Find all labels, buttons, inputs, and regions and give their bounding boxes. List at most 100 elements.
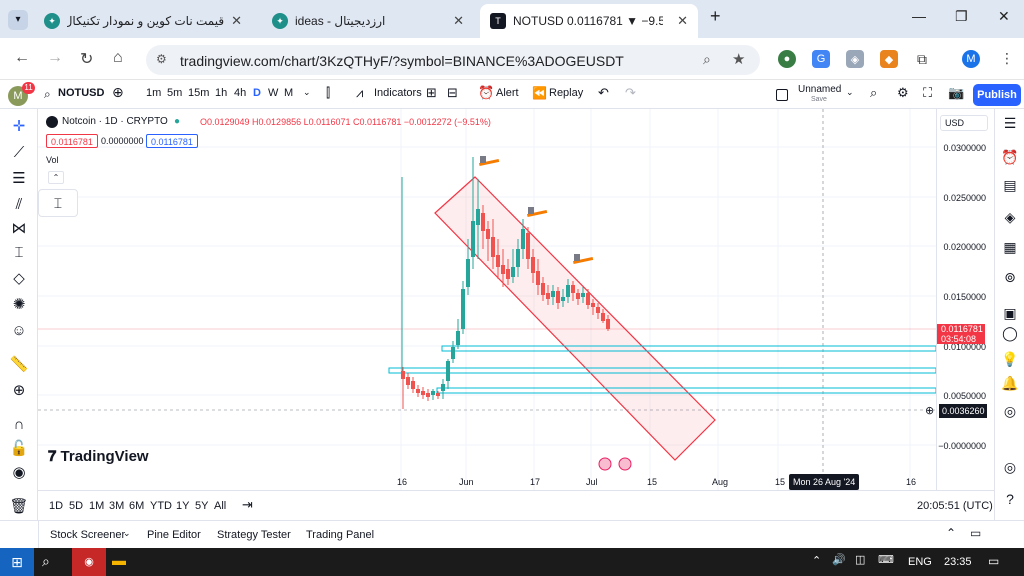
site-info-icon[interactable]: ⚙	[156, 52, 167, 66]
channel-tool-icon[interactable]: ⫽	[9, 195, 29, 215]
layouts-grid-icon[interactable]: ⊟	[447, 85, 458, 101]
tab-trading-panel[interactable]: Trading Panel	[306, 529, 374, 541]
candle[interactable]	[521, 229, 525, 249]
search-icon[interactable]: ⌕	[44, 87, 51, 102]
candle[interactable]	[406, 377, 410, 385]
ideas-lightbulb-icon[interactable]: ▦	[1000, 237, 1020, 257]
layers-icon[interactable]: ◈	[1000, 207, 1020, 227]
tab-pine-editor[interactable]: Pine Editor	[147, 529, 201, 541]
candle[interactable]	[556, 291, 560, 303]
utc-clock[interactable]: 20:05:51 (UTC)	[917, 500, 993, 512]
tab-stock-screener[interactable]: Stock Screener	[50, 529, 125, 541]
lightbulb-icon[interactable]: 💡	[1000, 349, 1020, 369]
candle[interactable]	[411, 381, 415, 389]
range-1y[interactable]: 1Y	[176, 500, 189, 512]
range-ytd[interactable]: YTD	[150, 500, 172, 512]
candle[interactable]	[421, 391, 425, 395]
forward-icon[interactable]: →	[47, 49, 63, 67]
save-dropdown-icon[interactable]: ⌄	[846, 87, 854, 98]
interval-1h[interactable]: 1h	[215, 87, 227, 99]
volume-label[interactable]: Vol	[46, 155, 59, 165]
tab-strategy-tester[interactable]: Strategy Tester	[217, 529, 291, 541]
projection-tool-icon[interactable]: ⌶	[9, 243, 29, 263]
icons-tool-icon[interactable]: ✺	[9, 295, 29, 315]
range-1d[interactable]: 1D	[49, 500, 63, 512]
price-chart[interactable]	[38, 109, 936, 490]
candle[interactable]	[531, 257, 535, 273]
legend-title[interactable]: Notcoin · 1D · CRYPTO	[62, 116, 168, 127]
new-tab-icon[interactable]: +	[710, 6, 721, 27]
indicators-icon[interactable]: ⩘	[356, 85, 363, 101]
volume-icon[interactable]: 🔊	[832, 553, 846, 566]
translate-extension-icon[interactable]: G	[812, 50, 830, 68]
watchlist-icon[interactable]: ☰	[1000, 113, 1020, 133]
ask-price[interactable]: 0.0116781	[146, 134, 198, 148]
candle[interactable]	[571, 285, 575, 293]
floating-text-tool-icon[interactable]: ⌶	[38, 189, 78, 217]
extension-globe-icon[interactable]: ●	[778, 50, 796, 68]
settings-gear-icon[interactable]: ⚙	[897, 85, 909, 101]
expand-panel-icon[interactable]: ⌃	[946, 526, 956, 540]
snapshot-camera-icon[interactable]: 📷	[948, 85, 964, 101]
windows-start-icon[interactable]: ⊞	[0, 548, 34, 576]
candle[interactable]	[511, 267, 515, 277]
candle[interactable]	[561, 297, 565, 301]
layout-name[interactable]: Unnamed	[798, 84, 841, 95]
quick-search-icon[interactable]: ⌕	[870, 85, 877, 101]
range-3m[interactable]: 3M	[109, 500, 124, 512]
indicators-button[interactable]: Indicators	[374, 87, 422, 99]
range-5d[interactable]: 5D	[69, 500, 83, 512]
pattern-tool-icon[interactable]: ⋈	[9, 219, 29, 239]
interval-4h[interactable]: 4h	[234, 87, 246, 99]
candle[interactable]	[506, 269, 510, 279]
compare-symbol-icon[interactable]: ⊕	[112, 84, 124, 101]
interval-5m[interactable]: 5m	[167, 87, 182, 99]
interval-w[interactable]: W	[268, 87, 278, 99]
shield-extension-icon[interactable]: ◈	[846, 50, 864, 68]
brush-tool-icon[interactable]: ◇	[9, 269, 29, 289]
network-icon[interactable]: ◫	[855, 553, 865, 566]
crosshair-icon[interactable]: ✛	[9, 117, 29, 137]
candle[interactable]	[466, 259, 470, 287]
home-icon[interactable]: ⌂	[113, 49, 123, 67]
candle[interactable]	[596, 307, 600, 313]
notifications-icon[interactable]: ▭	[988, 554, 999, 568]
candle[interactable]	[536, 271, 540, 285]
chat-icon[interactable]: ◯	[1000, 323, 1020, 343]
candle[interactable]	[451, 347, 455, 359]
browser-tab-2[interactable]: ✦ ideas - ارزدیجیتال ✕	[262, 4, 474, 38]
interval-d-active[interactable]: D	[253, 87, 261, 99]
url-text[interactable]: tradingview.com/chart/3KzQTHyF/?symbol=B…	[180, 53, 624, 69]
zoom-icon[interactable]: ⌕	[703, 51, 711, 68]
candle[interactable]	[426, 393, 430, 397]
file-explorer-icon[interactable]: ▬	[112, 552, 126, 568]
broadcast-icon[interactable]: ◎	[1000, 401, 1020, 421]
candle[interactable]	[516, 249, 520, 267]
chrome-taskbar-icon[interactable]: ◉	[72, 548, 106, 576]
minimize-icon[interactable]: —	[912, 8, 926, 24]
interval-15m[interactable]: 15m	[188, 87, 209, 99]
alerts-clock-icon[interactable]: ⏰	[1000, 147, 1020, 167]
profile-avatar[interactable]: M	[962, 50, 980, 68]
candle[interactable]	[501, 265, 505, 274]
close-window-icon[interactable]: ✕	[998, 8, 1010, 25]
alert-button[interactable]: Alert	[496, 87, 519, 99]
candle-type-icon[interactable]: ⫿	[326, 85, 330, 101]
range-1m[interactable]: 1M	[89, 500, 104, 512]
tab-search-icon[interactable]: ▾	[8, 10, 28, 30]
metamask-fox-icon[interactable]: ◆	[880, 50, 898, 68]
eye-icon[interactable]: ◉	[9, 463, 29, 483]
interval-1m[interactable]: 1m	[146, 87, 161, 99]
browser-menu-icon[interactable]: ⋮	[1000, 50, 1014, 67]
event-flag-icons[interactable]	[598, 457, 632, 471]
interval-dropdown-icon[interactable]: ⌄	[303, 87, 311, 98]
trend-line-icon[interactable]: ⟋	[9, 143, 29, 163]
candle[interactable]	[431, 391, 435, 395]
candle[interactable]	[606, 319, 610, 329]
candle[interactable]	[456, 331, 460, 345]
support-zone-1[interactable]	[441, 345, 936, 352]
candle[interactable]	[476, 209, 480, 225]
notifications-bell-icon[interactable]: 🔔	[1000, 373, 1020, 393]
currency-selector[interactable]: USD	[940, 115, 988, 131]
help-icon[interactable]: ?	[1000, 489, 1020, 509]
